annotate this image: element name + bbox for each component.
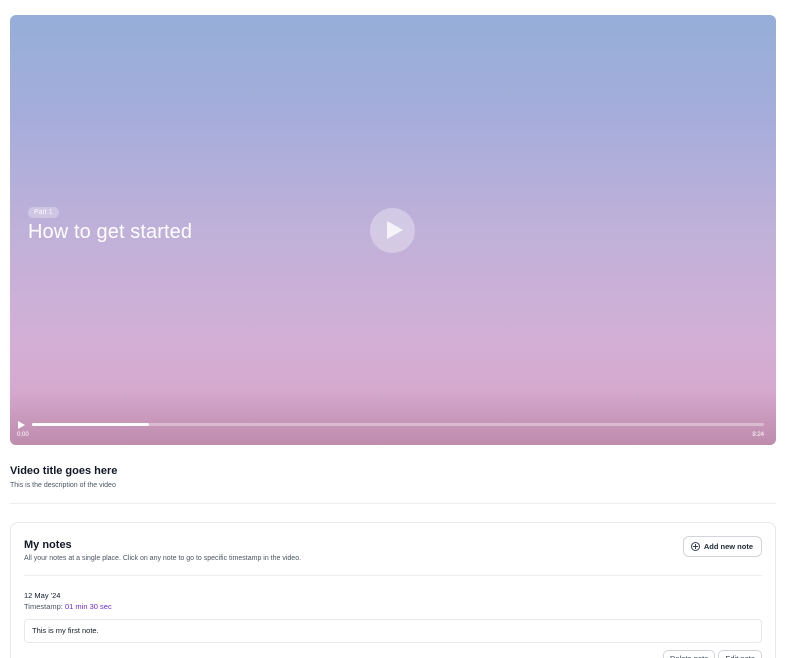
add-note-label: Add new note xyxy=(703,542,753,551)
note-timestamp: Timestamp: 01 min 30 sec xyxy=(24,602,112,611)
video-player[interactable]: Part 1 How to get started 0:00 8:24 xyxy=(10,15,776,445)
note-timestamp-link[interactable]: 01 min 30 sec xyxy=(65,602,112,611)
add-note-button[interactable]: Add new note xyxy=(682,536,762,557)
notes-divider xyxy=(24,575,762,576)
controls-bar xyxy=(10,385,776,445)
time-current: 0:00 xyxy=(17,432,29,438)
notes-title: My notes xyxy=(24,539,72,551)
progress-bar[interactable] xyxy=(32,423,764,426)
page: Part 1 How to get started 0:00 8:24 Vide… xyxy=(0,0,787,658)
play-icon[interactable] xyxy=(370,208,415,253)
time-total: 8:24 xyxy=(752,432,764,438)
note-timestamp-label: Timestamp: xyxy=(24,602,63,611)
video-overlay-title: How to get started xyxy=(28,221,193,243)
video-description: This is the description of the video xyxy=(10,482,116,489)
progress-fill xyxy=(32,423,150,426)
note-actions: Delete note Edit note xyxy=(663,650,762,658)
divider xyxy=(10,503,776,504)
note-text[interactable]: This is my first note. xyxy=(24,619,762,643)
note-date: 12 May '24 xyxy=(24,591,61,600)
play-button-small-icon[interactable] xyxy=(18,421,25,429)
notes-subtitle: All your notes at a single place. Click … xyxy=(24,555,302,562)
notes-card: My notes All your notes at a single plac… xyxy=(10,522,776,658)
part-badge: Part 1 xyxy=(28,207,59,218)
edit-note-button[interactable]: Edit note xyxy=(718,650,762,658)
plus-circle-icon xyxy=(690,542,700,551)
video-title: Video title goes here xyxy=(10,465,118,477)
delete-note-button[interactable]: Delete note xyxy=(663,650,716,658)
